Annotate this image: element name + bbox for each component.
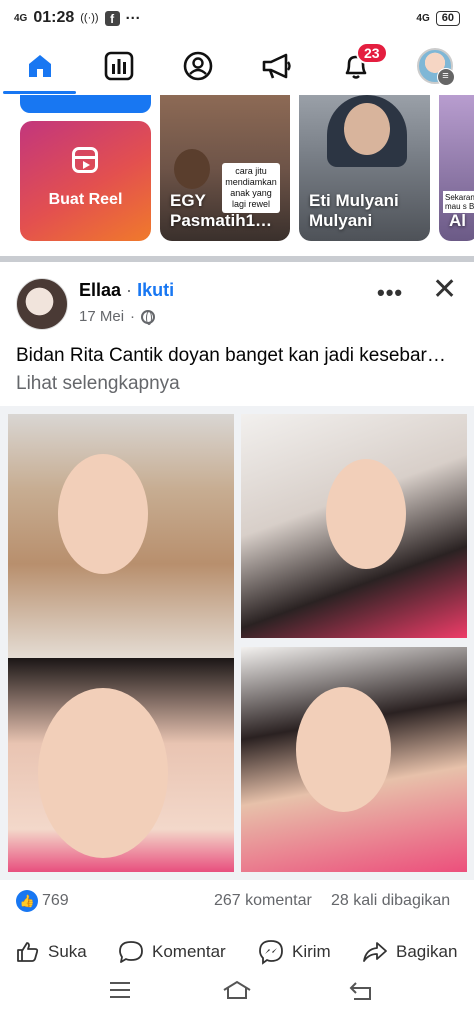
notifications-badge: 23 bbox=[356, 42, 388, 64]
facebook-notification-icon: f bbox=[104, 10, 120, 26]
post-header: Ellaa · Ikuti 17 Mei · ••• ✕ bbox=[0, 272, 474, 336]
more-notifications-icon: ··· bbox=[125, 9, 141, 27]
story-face bbox=[344, 103, 390, 155]
section-divider bbox=[0, 256, 474, 262]
share-button[interactable]: Bagikan bbox=[362, 932, 457, 972]
post-date[interactable]: 17 Mei bbox=[79, 308, 124, 325]
signal-icon-right: 4G bbox=[416, 12, 430, 24]
create-reel-card[interactable]: Buat Reel bbox=[20, 121, 151, 241]
megaphone-icon bbox=[262, 53, 291, 79]
back-button[interactable] bbox=[348, 980, 374, 1008]
tab-home[interactable] bbox=[0, 38, 79, 94]
comment-count[interactable]: 267 komentar bbox=[214, 892, 312, 910]
story-photo bbox=[174, 149, 210, 189]
story-card[interactable]: Eti Mulyani Mulyani bbox=[299, 95, 430, 241]
send-label: Kirim bbox=[292, 942, 331, 961]
menu-lines-icon bbox=[110, 982, 130, 998]
story-caption: Sekarang mau s Ba bbox=[443, 191, 474, 213]
close-icon[interactable]: ✕ bbox=[432, 275, 457, 305]
story-author: EGY Pasmatih1… bbox=[170, 191, 273, 230]
system-nav-bar bbox=[0, 974, 474, 1016]
like-button[interactable]: Suka bbox=[16, 932, 87, 972]
share-label: Bagikan bbox=[396, 942, 458, 961]
like-reaction-icon: 👍 bbox=[16, 890, 38, 912]
clock: 01:28 bbox=[33, 9, 75, 26]
share-icon bbox=[363, 942, 387, 962]
author-avatar[interactable] bbox=[16, 278, 68, 330]
follow-button[interactable]: Ikuti bbox=[137, 280, 174, 300]
photo-grid bbox=[0, 406, 474, 880]
story-author: Al bbox=[449, 211, 466, 230]
globe-icon bbox=[141, 309, 156, 325]
author-line: Ellaa · Ikuti bbox=[79, 280, 174, 301]
stories-tray: Buat Reel cara jitu mendiamkan anak yang… bbox=[0, 95, 474, 255]
story-card[interactable]: cara jitu mendiamkan anak yang lagi rewe… bbox=[160, 95, 290, 241]
share-count[interactable]: 28 kali dibagikan bbox=[331, 892, 450, 910]
battery-icon: 60 bbox=[435, 10, 460, 26]
home-button[interactable] bbox=[222, 980, 252, 1008]
signal-icon: 4G bbox=[14, 12, 28, 24]
hotspot-icon: ((·)) bbox=[80, 12, 99, 24]
post-photo[interactable] bbox=[241, 414, 467, 638]
story-author: Eti Mulyani Mulyani bbox=[309, 191, 399, 230]
profile-icon bbox=[183, 51, 212, 81]
story-create-top[interactable] bbox=[20, 95, 151, 113]
post-photo[interactable] bbox=[241, 647, 467, 872]
post-meta: 17 Mei · bbox=[79, 308, 156, 325]
post-actions: Suka Komentar Kirim Bagikan bbox=[0, 932, 474, 972]
dot-separator: · bbox=[130, 308, 136, 325]
see-more-link[interactable]: Lihat selengkapnya bbox=[16, 373, 180, 394]
feeds-icon bbox=[104, 51, 133, 81]
send-button[interactable]: Kirim bbox=[258, 932, 331, 972]
comment-icon bbox=[119, 941, 143, 963]
recent-apps-button[interactable] bbox=[108, 980, 132, 1006]
back-arrow-icon bbox=[349, 982, 371, 1000]
comment-label: Komentar bbox=[152, 942, 226, 961]
my-avatar bbox=[416, 48, 455, 86]
tab-notifications[interactable]: 23 bbox=[316, 38, 395, 94]
post-text: Bidan Rita Cantik doyan banget kan jadi … bbox=[16, 342, 456, 398]
author-name[interactable]: Ellaa bbox=[79, 280, 121, 300]
thumbs-up-icon bbox=[17, 942, 39, 962]
messenger-icon bbox=[259, 940, 283, 965]
reaction-count[interactable]: 769 bbox=[42, 892, 69, 910]
more-options-button[interactable]: ••• bbox=[377, 280, 403, 306]
tab-feeds[interactable] bbox=[79, 38, 158, 94]
home-outline-icon bbox=[223, 980, 251, 999]
reactions-bar: 👍 769 267 komentar 28 kali dibagikan bbox=[0, 886, 474, 918]
like-label: Suka bbox=[48, 942, 87, 961]
create-reel-label: Buat Reel bbox=[48, 191, 123, 208]
home-icon bbox=[28, 55, 51, 77]
top-nav: 23 bbox=[0, 38, 474, 94]
status-bar: 4G 01:28 ((·)) f ··· 4G 60 bbox=[0, 0, 474, 36]
story-card[interactable]: Sekarang mau s Ba Al bbox=[439, 95, 474, 241]
tab-menu[interactable] bbox=[395, 38, 474, 94]
post-photo[interactable] bbox=[8, 414, 234, 664]
post-photo[interactable] bbox=[8, 658, 234, 872]
reel-icon bbox=[72, 147, 98, 173]
post-body: Bidan Rita Cantik doyan banget kan jadi … bbox=[16, 345, 446, 366]
tab-video[interactable] bbox=[237, 38, 316, 94]
separator-dot: · bbox=[126, 280, 133, 300]
tab-profile[interactable] bbox=[158, 38, 237, 94]
comment-button[interactable]: Komentar bbox=[118, 932, 226, 972]
